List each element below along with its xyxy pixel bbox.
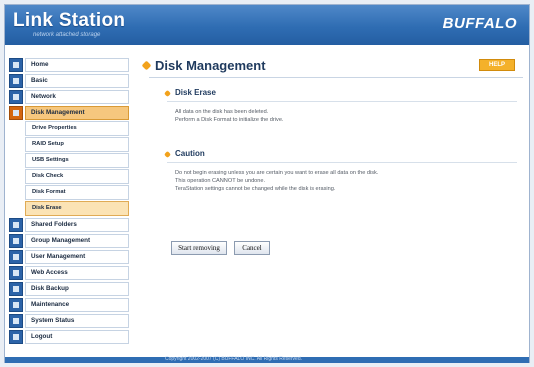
cancel-button[interactable]: Cancel bbox=[234, 241, 270, 255]
sidebar-item-disk-management[interactable]: Disk Management bbox=[9, 105, 129, 120]
subnav-disk-format[interactable]: Disk Format bbox=[25, 185, 129, 200]
user-icon bbox=[9, 249, 23, 264]
buffalo-logo: BUFFALO bbox=[442, 15, 517, 32]
caution-line-3: TeraStation settings cannot be changed w… bbox=[175, 186, 336, 192]
subnav-drive-properties[interactable]: Drive Properties bbox=[25, 121, 129, 136]
group-icon bbox=[9, 233, 23, 248]
disk-icon bbox=[9, 105, 23, 120]
subnav-raid-setup[interactable]: RAID Setup bbox=[25, 137, 129, 152]
folder-icon bbox=[9, 217, 23, 232]
logout-icon bbox=[9, 329, 23, 344]
sidebar-item-group-management[interactable]: Group Management bbox=[9, 233, 129, 248]
help-button[interactable]: HELP bbox=[479, 59, 515, 71]
linkstation-logo: Link Station bbox=[13, 10, 126, 31]
sidebar-item-home[interactable]: Home bbox=[9, 57, 129, 72]
sidebar-item-logout[interactable]: Logout bbox=[9, 329, 129, 344]
sidebar-item-label: Disk Backup bbox=[25, 281, 129, 296]
sidebar-item-shared-folders[interactable]: Shared Folders bbox=[9, 217, 129, 232]
sidebar-item-label: System Status bbox=[25, 313, 129, 328]
sidebar-item-system-status[interactable]: System Status bbox=[9, 313, 129, 328]
wrench-icon bbox=[9, 297, 23, 312]
basic-icon bbox=[9, 73, 23, 88]
sidebar-item-label: Network bbox=[25, 89, 129, 104]
backup-icon bbox=[9, 281, 23, 296]
sidebar-item-label: Home bbox=[25, 57, 129, 72]
caution-line-1: Do not begin erasing unless you are cert… bbox=[175, 170, 379, 176]
sidebar-item-maintenance[interactable]: Maintenance bbox=[9, 297, 129, 312]
section-bullet-icon bbox=[163, 89, 172, 98]
home-icon bbox=[9, 57, 23, 72]
section-bullet-icon bbox=[163, 150, 172, 159]
sidebar-item-user-management[interactable]: User Management bbox=[9, 249, 129, 264]
title-divider bbox=[149, 77, 523, 78]
section-title-caution: Caution bbox=[175, 149, 205, 158]
app-frame: Link Station network attached storage BU… bbox=[4, 4, 530, 363]
sidebar-item-label: Shared Folders bbox=[25, 217, 129, 232]
start-removing-button[interactable]: Start removing bbox=[171, 241, 227, 255]
copyright-text: Copyright 2002-2007 (C) BUFFALO INC. All… bbox=[165, 356, 302, 362]
footer-bar: Copyright 2002-2007 (C) BUFFALO INC. All… bbox=[5, 356, 529, 363]
section-title-disk-erase: Disk Erase bbox=[175, 88, 216, 97]
section-divider bbox=[167, 101, 517, 102]
page-title: Disk Management bbox=[155, 58, 266, 73]
sidebar-item-disk-backup[interactable]: Disk Backup bbox=[9, 281, 129, 296]
subnav-disk-erase[interactable]: Disk Erase bbox=[25, 201, 129, 216]
erase-message-line-2: Perform a Disk Format to initialize the … bbox=[175, 117, 284, 123]
caution-line-2: This operation CANNOT be undone. bbox=[175, 178, 266, 184]
header-bar: Link Station network attached storage BU… bbox=[5, 5, 529, 45]
sidebar-item-label: Web Access bbox=[25, 265, 129, 280]
network-icon bbox=[9, 89, 23, 104]
subnav-disk-check[interactable]: Disk Check bbox=[25, 169, 129, 184]
subnav-usb-settings[interactable]: USB Settings bbox=[25, 153, 129, 168]
sidebar-item-label: Basic bbox=[25, 73, 129, 88]
status-icon bbox=[9, 313, 23, 328]
sidebar-item-basic[interactable]: Basic bbox=[9, 73, 129, 88]
sidebar: Home Basic Network Disk Management Drive… bbox=[9, 57, 129, 345]
section-divider bbox=[167, 162, 517, 163]
sidebar-item-network[interactable]: Network bbox=[9, 89, 129, 104]
sidebar-item-label: Disk Management bbox=[25, 105, 129, 120]
erase-message-line-1: All data on the disk has been deleted. bbox=[175, 109, 269, 115]
sidebar-item-label: Maintenance bbox=[25, 297, 129, 312]
logo-tagline: network attached storage bbox=[33, 32, 101, 38]
globe-icon bbox=[9, 265, 23, 280]
sidebar-item-label: User Management bbox=[25, 249, 129, 264]
sidebar-item-web-access[interactable]: Web Access bbox=[9, 265, 129, 280]
sidebar-item-label: Group Management bbox=[25, 233, 129, 248]
title-bullet-icon bbox=[141, 60, 152, 71]
sidebar-item-label: Logout bbox=[25, 329, 129, 344]
